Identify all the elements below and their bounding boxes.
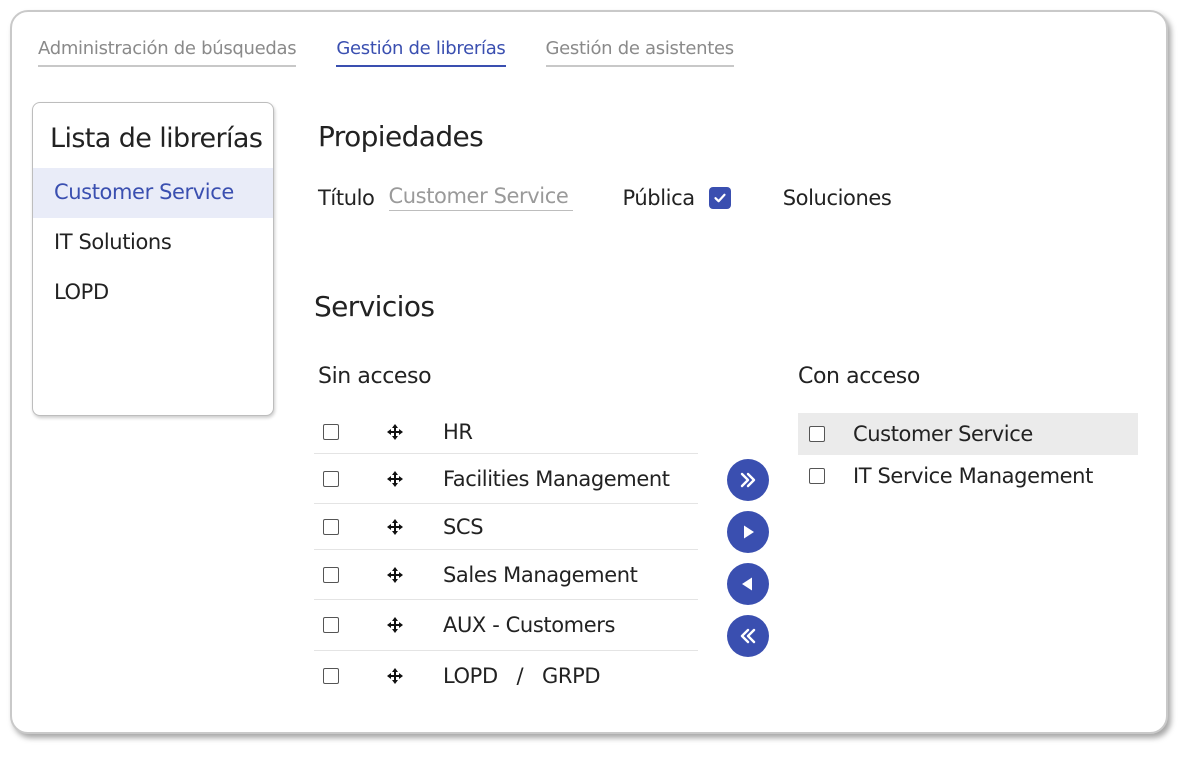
- library-list: Customer Service IT Solutions LOPD: [33, 168, 273, 318]
- move-all-right-button[interactable]: [727, 459, 769, 501]
- move-all-left-button[interactable]: [727, 615, 769, 657]
- move-icon[interactable]: [385, 615, 405, 635]
- service-checkbox[interactable]: [809, 468, 825, 484]
- tab-administracion-busquedas[interactable]: Administración de búsquedas: [38, 34, 297, 67]
- move-icon[interactable]: [385, 469, 405, 489]
- service-name: Facilities Management: [443, 466, 670, 491]
- list-item[interactable]: Facilities Management: [314, 454, 698, 504]
- list-item[interactable]: Sales Management: [314, 550, 698, 600]
- transfer-buttons: [727, 459, 769, 667]
- service-name: SCS: [443, 514, 484, 539]
- service-name: LOPD / GRPD: [443, 664, 601, 688]
- title-label: Título: [318, 185, 375, 210]
- move-left-button[interactable]: [727, 563, 769, 605]
- properties-row: Título Pública Soluciones: [318, 184, 892, 211]
- tab-gestion-librerias[interactable]: Gestión de librerías: [336, 34, 506, 67]
- list-item[interactable]: Customer Service: [798, 413, 1138, 455]
- play-left-icon: [742, 577, 752, 591]
- service-checkbox[interactable]: [809, 426, 825, 442]
- service-name: Sales Management: [443, 562, 638, 587]
- move-icon[interactable]: [385, 666, 405, 686]
- service-checkbox[interactable]: [323, 566, 339, 583]
- service-name: HR: [443, 419, 473, 444]
- play-right-icon: [744, 525, 754, 539]
- service-name: AUX - Customers: [443, 613, 615, 637]
- service-checkbox[interactable]: [323, 423, 339, 440]
- library-item-it-solutions[interactable]: IT Solutions: [33, 218, 273, 268]
- move-right-button[interactable]: [727, 511, 769, 553]
- tab-bar: Administración de búsquedas Gestión de l…: [38, 34, 734, 67]
- service-checkbox[interactable]: [323, 617, 339, 633]
- library-list-panel: Lista de librerías Customer Service IT S…: [32, 102, 274, 416]
- library-item-lopd[interactable]: LOPD: [33, 268, 273, 318]
- list-item[interactable]: SCS: [314, 504, 698, 550]
- title-input[interactable]: [388, 184, 573, 211]
- public-label: Pública: [622, 185, 696, 210]
- double-chevron-left-icon: [740, 628, 756, 644]
- move-icon[interactable]: [385, 565, 405, 585]
- service-name: IT Service Management: [853, 464, 1093, 488]
- public-checkbox[interactable]: [708, 186, 731, 209]
- tab-gestion-asistentes[interactable]: Gestión de asistentes: [545, 34, 734, 67]
- service-checkbox[interactable]: [323, 668, 339, 684]
- double-chevron-right-icon: [740, 472, 756, 488]
- move-icon[interactable]: [385, 517, 405, 537]
- move-icon[interactable]: [385, 422, 405, 442]
- with-access-list: Customer Service IT Service Management: [798, 413, 1138, 497]
- without-access-title: Sin acceso: [318, 364, 432, 389]
- main-window: Administración de búsquedas Gestión de l…: [10, 10, 1168, 734]
- library-list-title: Lista de librerías: [50, 123, 263, 154]
- service-checkbox[interactable]: [323, 518, 339, 535]
- service-name: Customer Service: [853, 422, 1033, 446]
- list-item[interactable]: AUX - Customers: [314, 600, 698, 651]
- library-item-customer-service[interactable]: Customer Service: [33, 168, 273, 218]
- properties-heading: Propiedades: [318, 120, 484, 153]
- list-item[interactable]: LOPD / GRPD: [314, 651, 698, 701]
- checkmark-icon: [714, 193, 726, 202]
- with-access-title: Con acceso: [798, 364, 920, 389]
- services-heading: Servicios: [314, 290, 435, 323]
- list-item[interactable]: IT Service Management: [798, 455, 1138, 497]
- solutions-label[interactable]: Soluciones: [783, 186, 892, 210]
- without-access-list: HR Facilities Management SCS Sales Manag…: [314, 410, 698, 701]
- service-checkbox[interactable]: [323, 470, 339, 487]
- list-item[interactable]: HR: [314, 410, 698, 454]
